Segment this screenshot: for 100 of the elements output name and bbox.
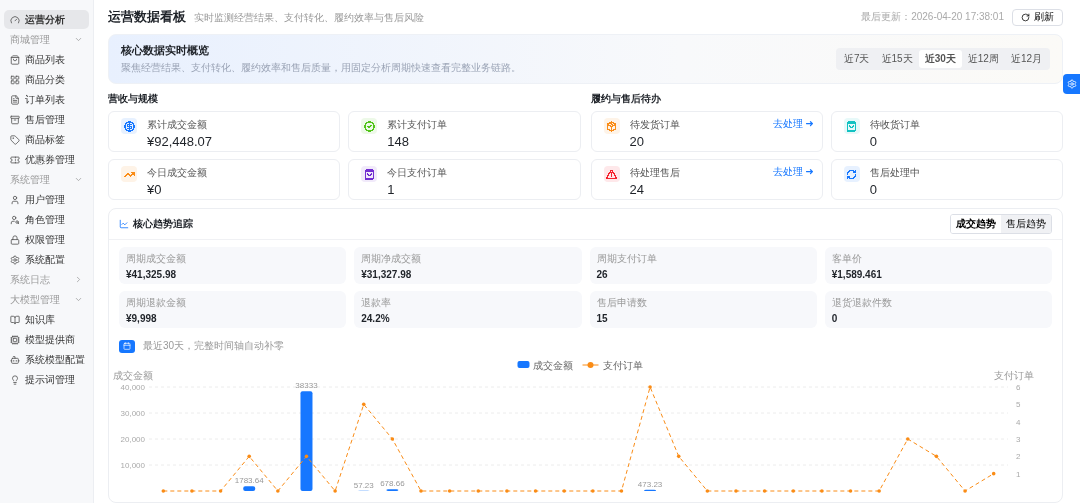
chart-point [791,489,796,493]
process-link[interactable]: 去处理 ➜ [772,117,814,131]
chart-point [906,437,910,441]
trend-tab[interactable]: 售后趋势 [1001,215,1051,233]
settings-icon [10,254,20,265]
metric-label: 售后申请数 [596,296,648,310]
data-label: 38333 [295,381,318,391]
chart-point [304,454,309,459]
nav-item[interactable]: 优惠券管理 [4,150,89,169]
metric-value: ¥31,327.98 [361,269,413,280]
nav-item[interactable]: 售后管理 [4,110,89,129]
stat-label: 今日成交金额 [147,166,207,180]
chart-point [218,489,223,493]
stat-label: 售后处理中 [869,166,920,180]
data-label: 678.66 [380,479,405,489]
legend-label: 支付订单 [602,360,643,371]
chart-point [934,454,939,459]
nav-item[interactable]: 订单列表 [4,90,89,109]
stat-label: 累计支付订单 [387,118,448,132]
nav-item[interactable]: 商品分类 [4,70,89,89]
chart-point [533,489,538,493]
user-icon [10,194,20,205]
book-icon [10,314,20,325]
nav-item[interactable]: 角色管理 [4,210,89,229]
axis-tick-label: 30,000 [120,409,145,418]
refresh-icon [1021,12,1030,22]
chart-point [419,489,423,493]
last-updated-text: 最后更新：2026-04-20 17:38:01 [861,10,1004,24]
panel-title: 核心趋势追踪 [133,217,193,231]
page-title: 运营数据看板 [108,8,186,26]
chart-point [705,489,710,493]
metric-label: 客单价 [831,252,863,266]
chart-point [820,489,824,493]
stat-label: 待收货订单 [869,118,920,132]
metric-value: 0 [831,313,839,324]
chart-point [762,489,767,493]
axis-tick-label: 10,000 [120,461,145,470]
chart-point [161,489,166,493]
nav-item[interactable]: 模型提供商 [4,330,89,349]
nav-item[interactable]: 知识库 [4,310,89,329]
axis-tick-label: 1 [1016,469,1021,479]
nav-item[interactable]: 商品列表 [4,50,89,69]
section-title: 履约与售后待办 [590,92,662,106]
chart-point [476,489,481,493]
chart-bar [243,486,256,491]
robot-icon [10,354,20,365]
axis-tick-label: 6 [1016,383,1021,392]
metric-value: ¥9,998 [126,313,158,324]
nav-item[interactable]: 系统模型配置 [4,350,89,369]
metric-label: 周期净成交额 [361,252,423,266]
data-label: 1783.64 [234,476,264,486]
settings-button[interactable] [1063,74,1080,94]
banner-description: 聚焦经营结果、支付转化、履约效率和售后质量，用固定分析周期快速查看完整业务链路。 [121,61,521,75]
nav-item[interactable]: 权限管理 [4,230,89,249]
stat-value: 148 [387,134,410,149]
chart-point [390,437,395,441]
banner-title: 核心数据实时概览 [121,43,210,58]
chart-point [991,471,996,476]
chart-point [333,489,337,493]
line-chart-icon [119,219,129,229]
chart-point [247,454,251,459]
chart-point [963,489,967,493]
refresh-button[interactable]: 刷新 [1012,8,1063,26]
stat-value: ¥0 [147,182,163,197]
metric-label: 周期成交金额 [126,252,187,266]
settings-icon [1066,79,1077,89]
chart-point [591,489,595,493]
metric-value: 24.2% [361,313,391,324]
calendar-icon [123,342,131,350]
period-option[interactable]: 近12周 [961,50,1005,68]
period-option[interactable]: 近7天 [837,50,876,68]
metric-label: 退款率 [361,296,393,310]
chart-point [734,489,738,493]
process-link[interactable]: 去处理 ➜ [772,165,814,179]
stat-value: 0 [869,134,878,149]
nav-item[interactable]: 系统配置 [4,250,89,269]
page-subtitle: 实时监测经营结果、支付转化、履约效率与售后风险 [194,11,424,25]
legend-swatch [517,361,530,368]
grid-icon [10,74,20,85]
chart-point [276,489,280,493]
calendar-button[interactable] [119,339,135,353]
chart-point [648,385,652,389]
period-option[interactable]: 近15天 [875,50,919,68]
nav-item[interactable]: 运营分析 [4,10,89,29]
axis-tick-label: 40,000 [120,383,145,392]
period-option[interactable]: 近12月 [1004,50,1048,68]
nav-item[interactable]: 商品标签 [4,130,89,149]
data-label: 57.23 [353,480,374,490]
lock-icon [10,234,20,245]
chart-point [447,489,452,493]
stat-label: 累计成交金额 [147,118,208,132]
axis-tick-label: 20,000 [120,435,145,444]
bag-icon [10,54,20,65]
stat-label: 待发货订单 [629,118,680,132]
nav-item[interactable]: 用户管理 [4,190,89,209]
chart-point [505,489,509,493]
stat-value: 20 [629,134,645,149]
stat-value: ¥92,448.07 [147,134,213,149]
period-option[interactable]: 近30天 [918,50,962,68]
nav-item[interactable]: 提示词管理 [4,370,89,389]
